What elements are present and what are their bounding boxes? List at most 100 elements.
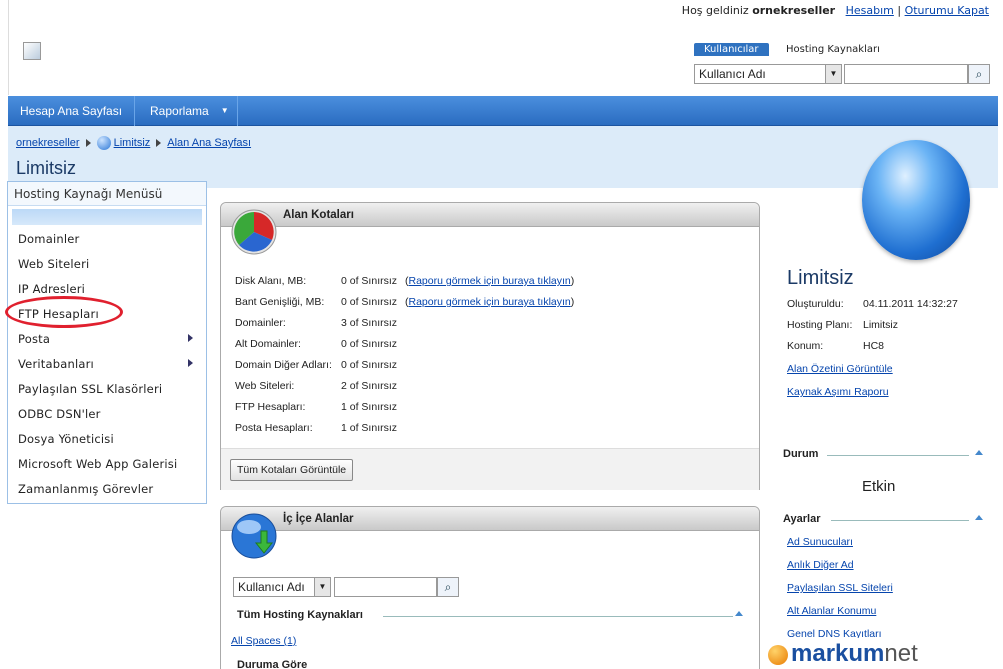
breadcrumb-space-home[interactable]: Alan Ana Sayfası xyxy=(167,137,251,149)
menu-item-file-manager[interactable]: Dosya Yöneticisi xyxy=(18,432,114,446)
info-value: 04.11.2011 14:32:27 xyxy=(863,298,958,310)
nested-search-button[interactable]: ⌕ xyxy=(437,577,459,597)
page-title: Limitsiz xyxy=(16,158,77,178)
menu-item-scheduled-tasks[interactable]: Zamanlanmış Görevler xyxy=(18,482,153,496)
section-title: Tüm Hosting Kaynakları xyxy=(237,609,363,621)
tab-hosting-resources[interactable]: Hosting Kaynakları xyxy=(776,43,890,56)
watermark-logo: markumnet xyxy=(768,640,918,668)
space-name: Limitsiz xyxy=(787,267,854,289)
report-link-text[interactable]: Raporu görmek için buraya tıklayın xyxy=(409,275,571,287)
settings-shared-ssl-link[interactable]: Paylaşılan SSL Siteleri xyxy=(787,582,893,594)
menu-item-odbc[interactable]: ODBC DSN'ler xyxy=(18,407,101,421)
side-menu-title: Hosting Kaynağı Menüsü xyxy=(8,182,206,206)
report-link-text[interactable]: Raporu görmek için buraya tıklayın xyxy=(409,296,571,308)
view-space-summary-link[interactable]: Alan Özetini Görüntüle xyxy=(787,363,893,375)
search-button[interactable]: ⌕ xyxy=(968,64,990,84)
welcome-text: Hoş geldiniz xyxy=(681,4,749,17)
tab-users[interactable]: Kullanıcılar xyxy=(694,43,769,56)
nested-search-select[interactable]: Kullanıcı Adı ▼ xyxy=(233,577,331,597)
globe-icon xyxy=(768,644,788,665)
menu-item-domains[interactable]: Domainler xyxy=(18,232,79,246)
view-all-quotas-button[interactable]: Tüm Kotaları Görüntüle xyxy=(230,459,354,481)
quota-label: Posta Hesapları: xyxy=(235,422,313,434)
nested-search-input[interactable] xyxy=(334,577,437,597)
status-section-header: Durum xyxy=(783,448,983,460)
quota-label: Bant Genişliği, MB: xyxy=(235,296,325,308)
menu-item-ip-addresses[interactable]: IP Adresleri xyxy=(18,282,85,296)
menu-item-databases[interactable]: Veritabanları xyxy=(18,357,203,371)
collapse-icon[interactable] xyxy=(975,450,983,455)
breadcrumb-space[interactable]: Limitsiz xyxy=(114,137,151,149)
all-resources-section: Tüm Hosting Kaynakları xyxy=(237,609,743,621)
breadcrumb-reseller[interactable]: ornekreseller xyxy=(16,137,80,149)
search-tabs: Kullanıcılar Hosting Kaynakları xyxy=(694,42,894,58)
logout-link[interactable]: Oturumu Kapat xyxy=(905,4,989,17)
all-spaces-link[interactable]: All Spaces (1) xyxy=(231,635,296,647)
nav-reporting-label: Raporlama xyxy=(150,104,209,118)
highlight-ellipse xyxy=(5,296,123,328)
quota-value: 3 of Sınırsız xyxy=(341,317,398,329)
quota-row: Posta Hesapları: 1 of Sınırsız xyxy=(235,422,397,434)
resource-overuse-report-link[interactable]: Kaynak Aşımı Raporu xyxy=(787,386,889,398)
watermark-brand: markum xyxy=(791,640,885,667)
welcome-bar: Hoş geldiniz ornekreseller Hesabım | Otu… xyxy=(681,4,989,17)
info-created: Oluşturuldu: 04.11.2011 14:32:27 xyxy=(787,298,958,310)
nav-reporting[interactable]: Raporlama ▼ xyxy=(138,96,238,126)
collapse-icon[interactable] xyxy=(735,611,743,616)
quota-label: FTP Hesapları: xyxy=(235,401,306,413)
menu-item-label: Paylaşılan SSL Klasörleri xyxy=(18,382,163,396)
settings-dns-records-link[interactable]: Genel DNS Kayıtları xyxy=(787,628,882,638)
search-row: Kullanıcı Adı ▼ ⌕ xyxy=(694,64,997,86)
quota-value: 0 of Sınırsız xyxy=(341,338,398,350)
breadcrumb: ornekreseller Limitsiz Alan Ana Sayfası xyxy=(16,136,251,150)
settings-name-servers-link[interactable]: Ad Sunucuları xyxy=(787,536,853,548)
space-orb-icon xyxy=(96,136,111,150)
quota-label: Web Siteleri: xyxy=(235,380,295,392)
report-link[interactable]: (Raporu görmek için buraya tıklayın) xyxy=(405,296,574,308)
app-logo-icon xyxy=(23,42,41,60)
section-title: Ayarlar xyxy=(783,513,821,525)
quota-label: Disk Alanı, MB: xyxy=(235,275,307,287)
breadcrumb-separator-icon xyxy=(156,139,162,147)
info-label: Hosting Planı: xyxy=(787,319,853,331)
menu-item-label: Posta xyxy=(18,332,51,346)
nested-spaces-icon xyxy=(231,513,277,559)
menu-item-label: Veritabanları xyxy=(18,357,94,371)
side-menu: Hosting Kaynağı Menüsü Domainler Web Sit… xyxy=(7,181,207,504)
main-nav: Hesap Ana Sayfası Raporlama ▼ xyxy=(8,96,998,126)
info-plan: Hosting Planı: Limitsiz xyxy=(787,319,898,331)
search-input[interactable] xyxy=(844,64,968,84)
chevron-right-icon xyxy=(188,359,193,367)
nested-search-value: Kullanıcı Adı xyxy=(238,580,305,594)
quota-row: Domain Diğer Adları: 0 of Sınırsız xyxy=(235,359,397,371)
collapse-icon[interactable] xyxy=(975,515,983,520)
quota-row: FTP Hesapları: 1 of Sınırsız xyxy=(235,401,397,413)
quota-value: 0 of Sınırsız xyxy=(341,359,398,371)
settings-instant-alias-link[interactable]: Anlık Diğer Ad xyxy=(787,559,854,571)
search-icon: ⌕ xyxy=(444,580,452,594)
menu-item-websites[interactable]: Web Siteleri xyxy=(18,257,89,271)
quota-row: Bant Genişliği, MB: 0 of Sınırsız (Raporu … xyxy=(235,296,574,308)
quota-row: Disk Alanı, MB: 0 of Sınırsız (Raporu görm… xyxy=(235,275,574,287)
menu-item-label: ODBC DSN'ler xyxy=(18,407,101,421)
quota-panel-title: Alan Kotaları xyxy=(221,203,759,227)
quota-row: Domainler: 3 of Sınırsız xyxy=(235,317,397,329)
space-orb-icon xyxy=(862,140,970,260)
account-link[interactable]: Hesabım xyxy=(846,4,894,17)
section-title: Durum xyxy=(783,448,819,460)
report-link[interactable]: (Raporu görmek için buraya tıklayın) xyxy=(405,275,574,287)
breadcrumb-separator-icon xyxy=(85,139,91,147)
menu-item-mail[interactable]: Posta xyxy=(18,332,203,346)
quota-label: Domain Diğer Adları: xyxy=(235,359,332,371)
search-type-select[interactable]: Kullanıcı Adı ▼ xyxy=(694,64,842,84)
quota-value: 2 of Sınırsız xyxy=(341,380,398,392)
quota-value: 1 of Sınırsız xyxy=(341,422,398,434)
menu-item-web-app-gallery[interactable]: Microsoft Web App Galerisi xyxy=(18,457,177,471)
quota-panel: Alan Kotaları Disk Alanı, MB: 0 of Sınırs… xyxy=(220,202,760,490)
search-type-value: Kullanıcı Adı xyxy=(699,67,766,81)
nav-account-home[interactable]: Hesap Ana Sayfası xyxy=(8,96,136,126)
settings-subdomains-link[interactable]: Alt Alanlar Konumu xyxy=(787,605,876,617)
info-label: Oluşturuldu: xyxy=(787,298,844,310)
quota-value: 1 of Sınırsız xyxy=(341,401,398,413)
menu-item-shared-ssl[interactable]: Paylaşılan SSL Klasörleri xyxy=(18,382,162,396)
